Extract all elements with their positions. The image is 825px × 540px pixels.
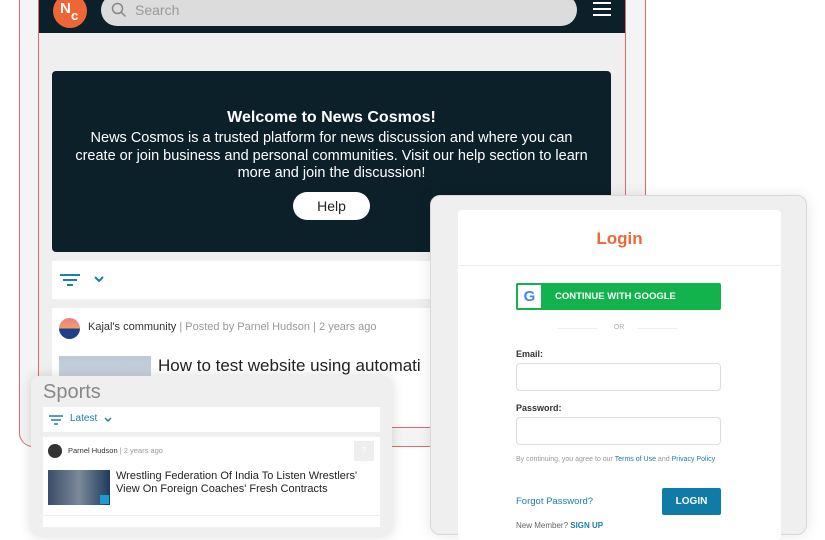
terms-text: By continuing, you agree to our Terms of… — [516, 455, 716, 465]
password-label: Password: — [516, 403, 562, 413]
login-card: Login G CONTINUE WITH GOOGLE OR Email: P… — [458, 210, 781, 540]
filter-icon — [49, 415, 63, 425]
news-thumbnail — [48, 470, 110, 505]
post-title[interactable]: How to test website using automati — [158, 356, 421, 376]
email-input[interactable] — [516, 363, 721, 391]
community-name[interactable]: Kajal's community — [88, 321, 176, 333]
author-name: Parnel Hudson — [68, 446, 118, 455]
new-member-text: New Member? — [516, 521, 569, 530]
email-label: Email: — [516, 349, 544, 359]
forgot-password-link[interactable]: Forgot Password? — [516, 496, 593, 507]
google-login-button[interactable]: G CONTINUE WITH GOOGLE — [516, 283, 721, 310]
chevron-down-icon[interactable] — [94, 276, 104, 284]
or-divider: OR — [613, 324, 625, 331]
help-button[interactable]: Help — [293, 191, 370, 220]
terms-prefix: By continuing, you agree to our — [516, 456, 613, 463]
external-link-icon — [100, 495, 109, 504]
sort-label: Latest — [70, 413, 98, 424]
login-button[interactable]: LOGIN — [662, 488, 721, 515]
post-time: 2 years ago — [123, 446, 163, 455]
sports-title: Sports — [43, 381, 101, 403]
posted-by: Posted by Parnel Hudson — [185, 321, 311, 333]
author-avatar — [48, 444, 62, 458]
help-badge[interactable]: ? — [354, 441, 374, 461]
sports-post-card[interactable]: Parnel Hudson | 2 years ago ? Wrestling … — [43, 437, 380, 527]
signup-link[interactable]: SIGN UP — [570, 521, 603, 530]
sort-bar[interactable]: Latest — [43, 407, 380, 432]
login-title: Login — [596, 229, 643, 248]
header: Nc Search — [39, 0, 625, 33]
news-headline[interactable]: Wrestling Federation Of India To Listen … — [116, 470, 366, 496]
google-icon: G — [518, 285, 541, 308]
google-button-label: CONTINUE WITH GOOGLE — [555, 291, 676, 302]
signup-row: New Member? SIGN UP — [516, 521, 603, 530]
terms-link[interactable]: Terms of Use — [615, 456, 656, 463]
banner-title: Welcome to News Cosmos! — [227, 109, 436, 126]
filter-icon[interactable] — [60, 273, 80, 287]
banner-text: News Cosmos is a trusted platform for ne… — [75, 130, 588, 181]
privacy-link[interactable]: Privacy Policy — [672, 456, 716, 463]
post-time: 2 years ago — [319, 321, 377, 333]
chevron-down-icon — [104, 417, 112, 423]
login-panel: Login G CONTINUE WITH GOOGLE OR Email: P… — [430, 195, 807, 540]
search-placeholder: Search — [135, 2, 180, 18]
community-avatar — [59, 318, 80, 339]
sports-panel: Sports Latest Parnel Hudson | 2 years ag… — [31, 376, 392, 536]
logo[interactable]: Nc — [53, 0, 87, 28]
hamburger-menu-icon[interactable] — [593, 2, 611, 18]
search-icon — [111, 2, 127, 18]
search-input[interactable]: Search — [101, 0, 577, 26]
password-input[interactable] — [516, 417, 721, 445]
terms-and: and — [657, 456, 670, 463]
